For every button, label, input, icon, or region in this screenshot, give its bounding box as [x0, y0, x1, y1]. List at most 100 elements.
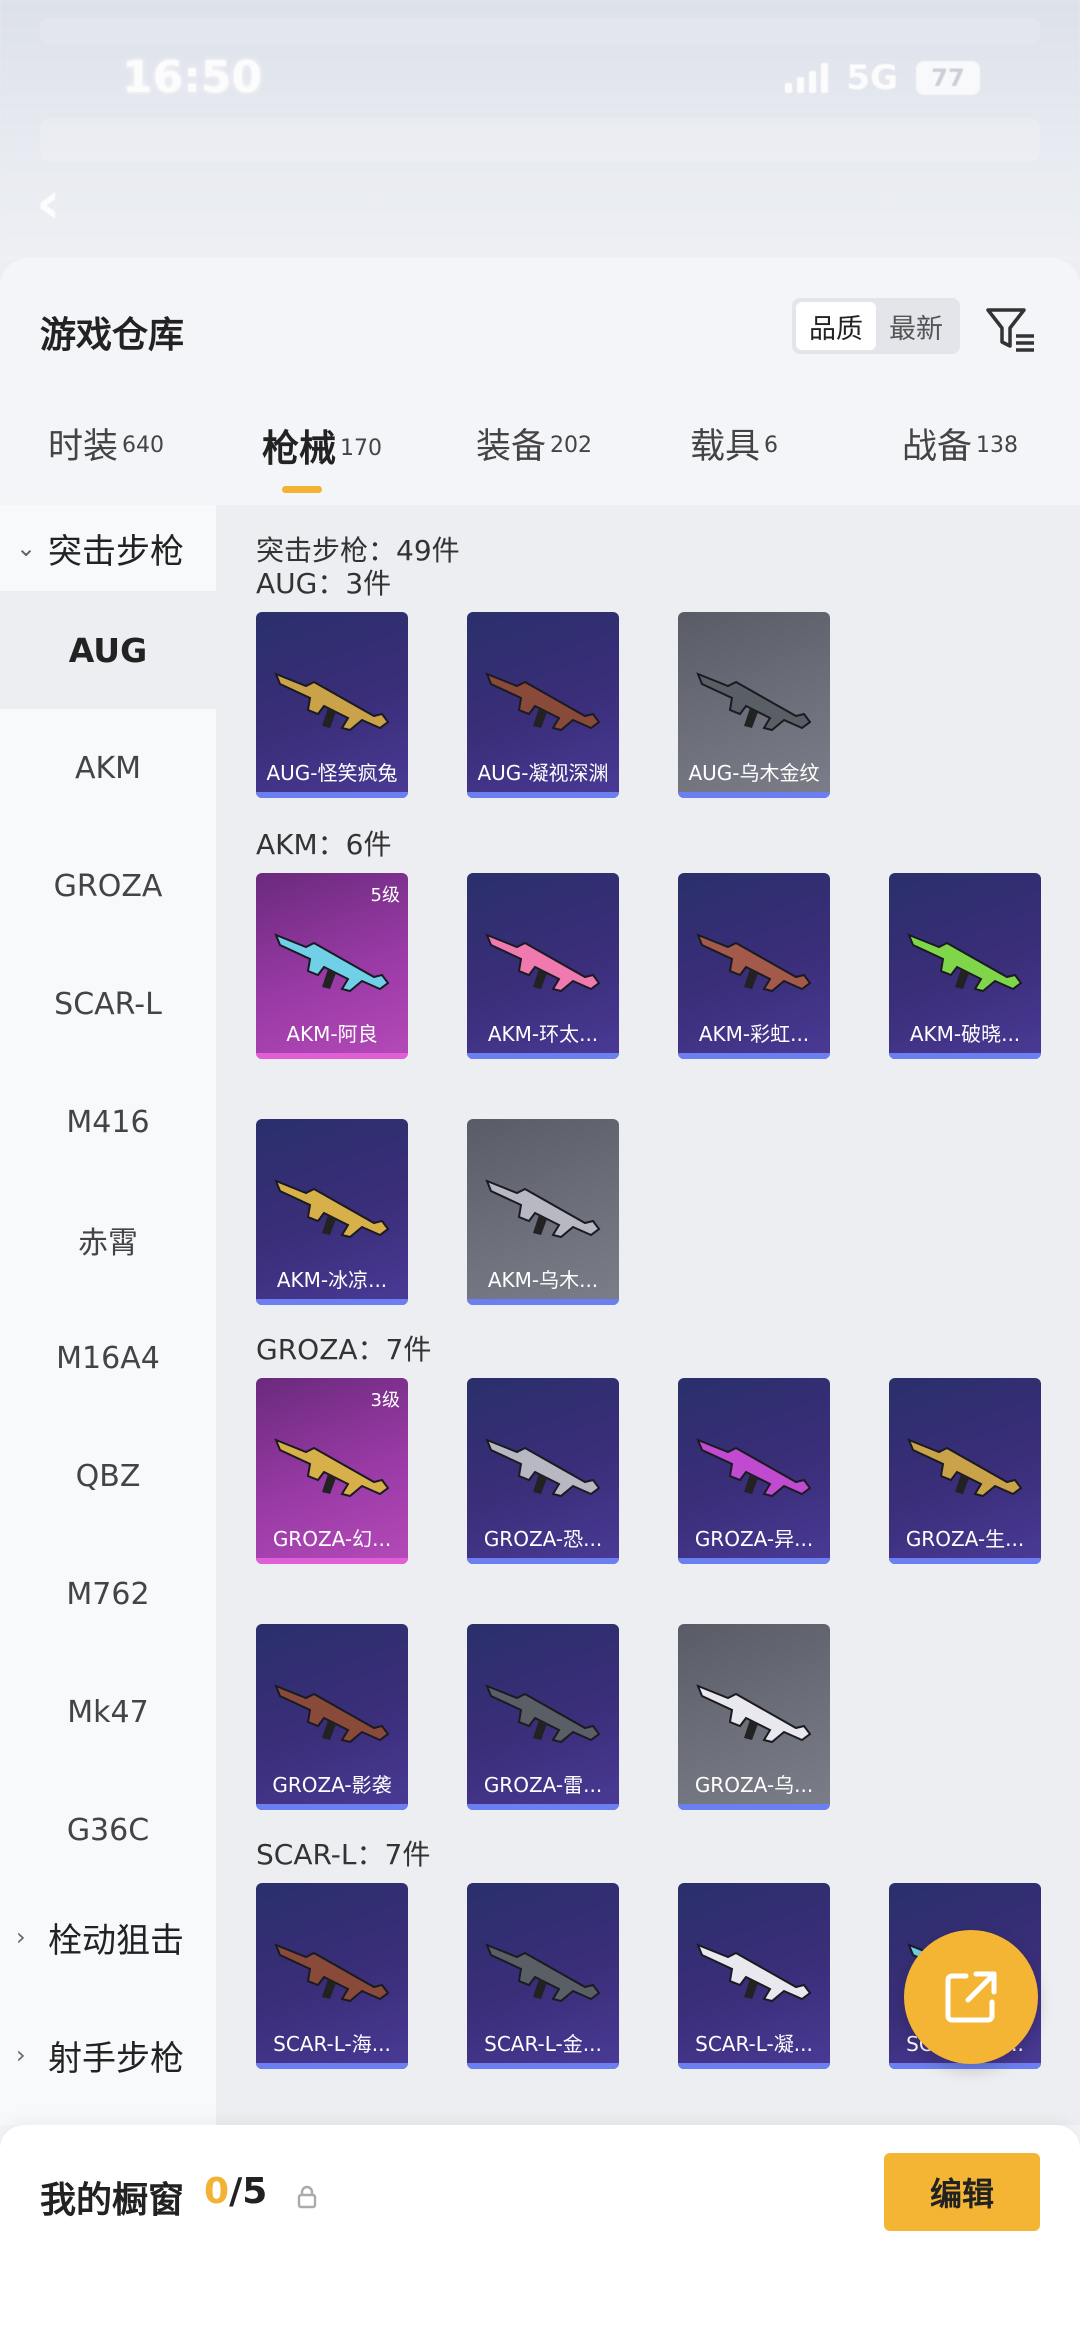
weapon-card[interactable]: AUG-乌木金纹: [678, 612, 830, 798]
card-label: GROZA-幻...: [272, 1527, 392, 1551]
rifle-icon: [696, 933, 812, 993]
status-indicators: 5G 77: [785, 58, 980, 98]
sidebar-item-groza[interactable]: GROZA: [0, 827, 216, 945]
weapon-grid: 突击步枪：49件 AUG：3件 AUG-怪笑疯兔 AUG-凝视深渊 AUG-乌木…: [216, 505, 1080, 2125]
sidebar-item-g36c[interactable]: G36C: [0, 1771, 216, 1889]
rifle-icon: [696, 672, 812, 732]
sidebar-group-assault-rifles[interactable]: ⌄ 突击步枪: [0, 505, 216, 591]
rifle-icon: [485, 1438, 601, 1498]
weapon-card[interactable]: 5级 AKM-阿良: [256, 873, 408, 1059]
weapon-card[interactable]: 3级 GROZA-幻...: [256, 1378, 408, 1564]
weapon-card[interactable]: AKM-冰凉...: [256, 1119, 408, 1305]
sidebar-item-qbz[interactable]: QBZ: [0, 1417, 216, 1535]
rifle-icon: [485, 1684, 601, 1744]
weapon-card[interactable]: AKM-破晓...: [889, 873, 1041, 1059]
sidebar-item-chixiao[interactable]: 赤霄: [0, 1181, 216, 1299]
sort-quality-button[interactable]: 品质: [796, 302, 876, 350]
rifle-icon: [485, 933, 601, 993]
rifle-icon: [485, 672, 601, 732]
section-title: AUG：3件: [256, 567, 392, 600]
rifle-icon: [274, 1684, 390, 1744]
weapon-card[interactable]: GROZA-影袭: [256, 1624, 408, 1810]
weapon-card[interactable]: AKM-乌木...: [467, 1119, 619, 1305]
tab-active-indicator: [282, 486, 322, 493]
weapon-card[interactable]: AKM-环太...: [467, 873, 619, 1059]
sidebar-item-m416[interactable]: M416: [0, 1063, 216, 1181]
chevron-down-icon: ⌄: [16, 534, 37, 562]
rifle-icon: [274, 933, 390, 993]
rifle-icon: [907, 1438, 1023, 1498]
card-label: GROZA-异...: [694, 1527, 814, 1551]
weapon-card[interactable]: SCAR-L-金...: [467, 1883, 619, 2069]
rifle-icon: [696, 1943, 812, 2003]
card-label: GROZA-恐...: [483, 1527, 603, 1551]
sidebar-item-scar-l[interactable]: SCAR-L: [0, 945, 216, 1063]
rifle-icon: [485, 1943, 601, 2003]
filter-icon[interactable]: [984, 302, 1038, 356]
weapon-card[interactable]: SCAR-L-海...: [256, 1883, 408, 2069]
tab-vehicles[interactable]: 载具 6: [690, 418, 778, 498]
sidebar-item-mk47[interactable]: Mk47: [0, 1653, 216, 1771]
lock-icon: [297, 2185, 317, 2209]
sidebar-group-marksman[interactable]: › 射手步枪: [0, 2012, 216, 2098]
weapon-card[interactable]: GROZA-恐...: [467, 1378, 619, 1564]
card-label: SCAR-L-海...: [273, 2032, 391, 2056]
sort-toggle: 品质 最新: [792, 298, 960, 354]
category-tabs: 时装 640 枪械 170 装备 202 载具 6 战备 138: [0, 418, 1080, 498]
card-label: AKM-环太...: [487, 1022, 599, 1046]
share-button[interactable]: [904, 1930, 1038, 2064]
blurred-row: [40, 118, 1040, 162]
card-label: GROZA-雷...: [483, 1773, 603, 1797]
chevron-right-icon: ›: [16, 2041, 26, 2069]
network-type: 5G: [846, 58, 898, 98]
card-label: GROZA-生...: [905, 1527, 1025, 1551]
warehouse-panel: 游戏仓库 品质 最新 时装 640 枪械 170 装备 202 载具 6 战备 138 ⌄: [0, 258, 1080, 2347]
card-label: AUG-乌木金纹: [688, 761, 820, 785]
signal-icon: [785, 63, 829, 93]
section-title: AKM：6件: [256, 828, 392, 861]
sort-newest-button[interactable]: 最新: [876, 302, 956, 350]
panel-title: 游戏仓库: [40, 315, 185, 356]
rifle-icon: [274, 672, 390, 732]
tab-equipment[interactable]: 装备 202: [476, 418, 592, 498]
rifle-icon: [274, 1179, 390, 1239]
tab-firearms[interactable]: 枪械 170: [262, 418, 382, 498]
weapon-card[interactable]: GROZA-雷...: [467, 1624, 619, 1810]
sidebar-group-bolt-action[interactable]: › 栓动狙击: [0, 1894, 216, 1980]
card-label: SCAR-L-金...: [484, 2032, 602, 2056]
battery-icon: 77: [916, 61, 980, 95]
status-time: 16:50: [122, 52, 263, 103]
tab-fashion[interactable]: 时装 640: [48, 418, 164, 498]
weapon-card[interactable]: AUG-怪笑疯兔: [256, 612, 408, 798]
weapon-card[interactable]: AUG-凝视深渊: [467, 612, 619, 798]
rifle-icon: [274, 1438, 390, 1498]
showcase-title: 我的橱窗: [40, 2180, 185, 2221]
card-label: AKM-彩虹...: [698, 1022, 810, 1046]
card-label: GROZA-影袭: [272, 1773, 392, 1797]
section-title: SCAR-L：7件: [256, 1838, 431, 1871]
card-label: AUG-怪笑疯兔: [266, 761, 398, 785]
weapon-card[interactable]: GROZA-异...: [678, 1378, 830, 1564]
rifle-icon: [907, 933, 1023, 993]
rifle-icon: [274, 1943, 390, 2003]
card-label: AKM-乌木...: [487, 1268, 599, 1292]
back-icon[interactable]: ‹: [36, 173, 76, 233]
weapon-card[interactable]: AKM-彩虹...: [678, 873, 830, 1059]
sidebar-item-akm[interactable]: AKM: [0, 709, 216, 827]
sidebar-item-aug[interactable]: AUG: [0, 591, 216, 709]
weapon-sidebar: ⌄ 突击步枪 AUG AKM GROZA SCAR-L M416 赤霄 M16A…: [0, 505, 216, 2125]
sidebar-item-m762[interactable]: M762: [0, 1535, 216, 1653]
card-level-badge: 3级: [370, 1390, 400, 1411]
card-level-badge: 5级: [370, 885, 400, 906]
weapon-card[interactable]: GROZA-生...: [889, 1378, 1041, 1564]
card-label: GROZA-乌...: [694, 1773, 814, 1797]
weapon-card[interactable]: SCAR-L-凝...: [678, 1883, 830, 2069]
rifle-icon: [485, 1179, 601, 1239]
card-label: AKM-冰凉...: [276, 1268, 388, 1292]
weapon-card[interactable]: GROZA-乌...: [678, 1624, 830, 1810]
rifle-icon: [696, 1684, 812, 1744]
tab-supplies[interactable]: 战备 138: [902, 418, 1018, 498]
sidebar-item-m16a4[interactable]: M16A4: [0, 1299, 216, 1417]
edit-button[interactable]: 编辑: [884, 2153, 1040, 2231]
status-bar: 16:50 5G 77 ‹: [0, 0, 1080, 260]
